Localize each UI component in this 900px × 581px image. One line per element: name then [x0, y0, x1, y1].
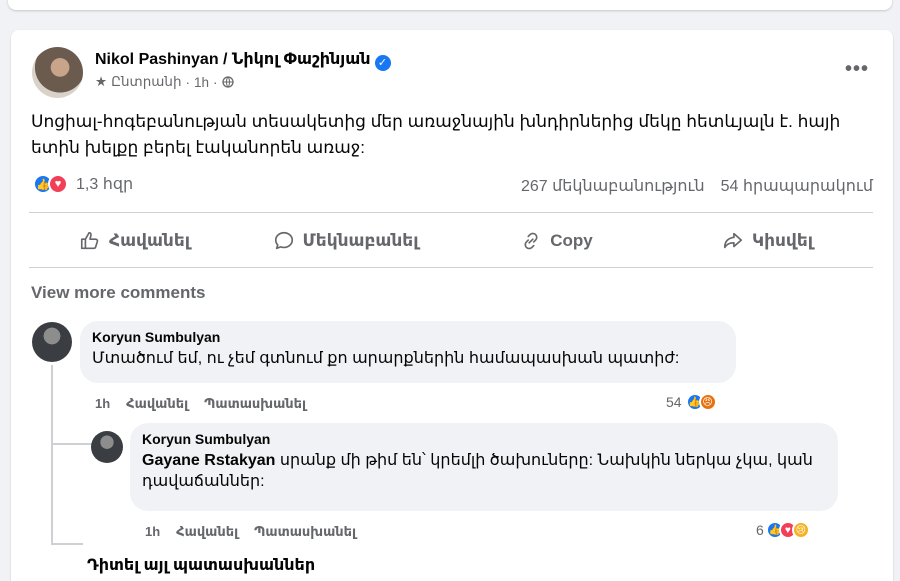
- reply-like-button[interactable]: Հավանել: [176, 524, 238, 540]
- post-text: Սոցիալ-հոգեբանության տեսակետից մեր առաջն…: [31, 112, 841, 157]
- comment-icon: [274, 231, 293, 250]
- reply-text: Gayane Rstakyan սրանք մի թիմ են՝ կրեմլի …: [142, 450, 826, 492]
- thread-line: [51, 365, 53, 545]
- share-button[interactable]: Կիսվել: [662, 223, 873, 259]
- reply-time[interactable]: 1h: [145, 524, 160, 540]
- post-time[interactable]: 1h: [194, 75, 209, 90]
- shares-count[interactable]: 54 հրապարակում: [721, 176, 873, 196]
- post-author[interactable]: Nikol Pashinyan / Նիկոլ Փաշինյան ✓: [95, 49, 391, 71]
- star-icon: ★: [95, 74, 108, 89]
- post-actions: Հավանել Մեկնաբանել Copy Կիսվել: [29, 223, 873, 259]
- comment-reaction-count: 54: [666, 394, 682, 410]
- tagged-user[interactable]: Gayane Rstakyan: [142, 452, 275, 469]
- comment-label: Մեկնաբանել: [302, 231, 419, 250]
- love-reaction-icon: ♥: [48, 174, 68, 194]
- thread-line: [51, 543, 83, 545]
- post-meta: ★ Ընտրանի · 1h ·: [95, 74, 234, 90]
- reply-actions: 1h Հավանել Պատասխանել: [145, 524, 356, 540]
- comments-count[interactable]: 267 մեկնաբանություն: [521, 176, 705, 196]
- more-options-button[interactable]: •••: [845, 58, 869, 81]
- comment-reactions[interactable]: 54 👍 😠: [666, 393, 717, 411]
- like-button[interactable]: Հավանել: [29, 223, 240, 259]
- like-label: Հավանել: [109, 231, 190, 250]
- audience-label[interactable]: Ընտրանի: [111, 74, 181, 90]
- comment-time[interactable]: 1h: [95, 396, 110, 412]
- comment-actions: 1h Հավանել Պատասխանել: [95, 396, 306, 412]
- thumbs-up-icon: [80, 231, 99, 250]
- comment-button[interactable]: Մեկնաբանել: [240, 223, 451, 259]
- reaction-count[interactable]: 1,3 հզր: [76, 174, 133, 194]
- post-reactions[interactable]: 👍 ♥ 1,3 հզր: [33, 174, 133, 194]
- comment-text: Մտածում եմ, ու չեմ գտնում քո արարքներին …: [92, 350, 680, 367]
- see-other-replies-link[interactable]: Դիտել այլ պատասխաններ: [87, 555, 315, 575]
- reply-reply-button[interactable]: Պատասխանել: [254, 524, 356, 540]
- globe-icon: [221, 76, 234, 88]
- comment-reply-button[interactable]: Պատասխանել: [204, 396, 306, 412]
- post-stats: 267 մեկնաբանություն 54 հրապարակում: [521, 176, 873, 196]
- comment-like-button[interactable]: Հավանել: [126, 396, 188, 412]
- copy-link-button[interactable]: Copy: [451, 223, 662, 259]
- previous-card: [8, 0, 892, 10]
- copy-label: Copy: [550, 231, 593, 250]
- comment-author[interactable]: Koryun Sumbulyan: [92, 329, 724, 345]
- share-icon: [723, 232, 743, 249]
- divider: [29, 212, 873, 213]
- angry-reaction-icon: 😠: [698, 393, 717, 411]
- verified-icon: ✓: [374, 55, 391, 71]
- comment-bubble: Koryun Sumbulyan Մտածում եմ, ու չեմ գտնո…: [80, 321, 736, 383]
- reply-reactions[interactable]: 6 👍 ♥ 😢: [756, 521, 810, 539]
- reply-author[interactable]: Koryun Sumbulyan: [142, 431, 826, 447]
- share-label: Կիսվել: [751, 231, 814, 250]
- post-author-name[interactable]: Nikol Pashinyan / Նիկոլ Փաշինյան: [95, 51, 371, 68]
- sad-reaction-icon: 😢: [791, 521, 810, 539]
- author-avatar[interactable]: [32, 47, 83, 98]
- reply-reaction-count: 6: [756, 522, 764, 538]
- post-card: Nikol Pashinyan / Նիկոլ Փաշինյան ✓ ★ Ընտր…: [11, 30, 893, 581]
- reply-bubble: Koryun Sumbulyan Gayane Rstakyan սրանք մ…: [130, 423, 838, 511]
- commenter-avatar[interactable]: [91, 431, 123, 463]
- divider: [29, 267, 873, 268]
- view-more-comments-link[interactable]: View more comments: [31, 283, 205, 303]
- commenter-avatar[interactable]: [32, 322, 72, 362]
- link-icon: [524, 232, 538, 250]
